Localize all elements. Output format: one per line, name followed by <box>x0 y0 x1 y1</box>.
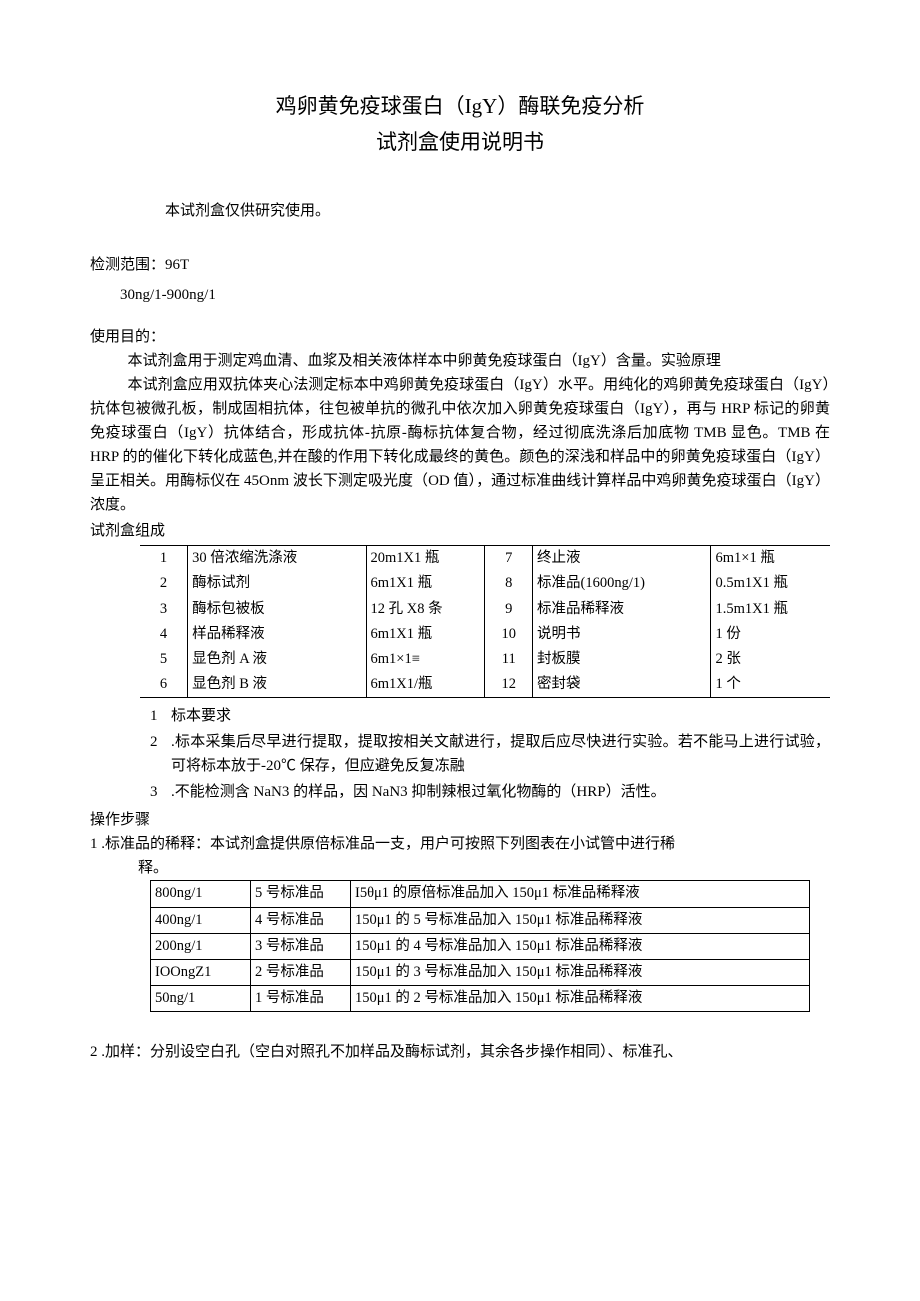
table-row: 800ng/15 号标准品I5θμ1 的原倍标准品加入 150μ1 标准品稀释液 <box>151 881 810 907</box>
step1-line: 1 .标准品的稀释：本试剂盒提供原倍标准品一支，用户可按照下列图表在小试管中进行… <box>90 832 830 856</box>
cell-num: 9 <box>485 597 533 622</box>
cell-name: 说明书 <box>533 622 711 647</box>
cell-name: 封板膜 <box>533 647 711 672</box>
cell-num: 8 <box>485 571 533 596</box>
cell-stdname: 5 号标准品 <box>251 881 351 907</box>
cell-num: 4 <box>140 622 188 647</box>
purpose-label: 使用目的： <box>90 325 830 349</box>
cell-num: 11 <box>485 647 533 672</box>
cell-name: 酶标包被板 <box>188 597 366 622</box>
cell-spec: 12 孔 X8 条 <box>366 597 485 622</box>
table-row: 2酶标试剂6m1X1 瓶8标准品(1600ng/1)0.5m1X1 瓶 <box>140 571 830 596</box>
title-line2: 试剂盒使用说明书 <box>90 126 830 160</box>
cell-name: 30 倍浓缩洗涤液 <box>188 546 366 572</box>
cell-conc: 200ng/1 <box>151 933 251 959</box>
cell-num: 12 <box>485 672 533 698</box>
cell-stdname: 2 号标准品 <box>251 959 351 985</box>
cell-name: 密封袋 <box>533 672 711 698</box>
dilution-table: 800ng/15 号标准品I5θμ1 的原倍标准品加入 150μ1 标准品稀释液… <box>150 880 810 1012</box>
table-row: 5显色剂 A 液6m1×1≡11封板膜2 张 <box>140 647 830 672</box>
table-row: 50ng/11 号标准品150μ1 的 2 号标准品加入 150μ1 标准品稀释… <box>151 986 810 1012</box>
cell-conc: 800ng/1 <box>151 881 251 907</box>
cell-stdname: 4 号标准品 <box>251 907 351 933</box>
range-label: 检测范围：96T <box>90 253 830 277</box>
cell-spec: 6m1×1 瓶 <box>711 546 830 572</box>
cell-conc: IOOngZ1 <box>151 959 251 985</box>
list-item: 2.标本采集后尽早进行提取，提取按相关文献进行，提取后应尽快进行实验。若不能马上… <box>150 730 830 778</box>
cell-name: 标准品(1600ng/1) <box>533 571 711 596</box>
purpose-para1: 本试剂盒用于测定鸡血清、血浆及相关液体样本中卵黄免疫球蛋白（IgY）含量。实验原… <box>90 349 830 373</box>
table-row: 6显色剂 B 液6m1X1/瓶12密封袋1 个 <box>140 672 830 698</box>
cell-spec: 6m1×1≡ <box>366 647 485 672</box>
cell-num: 5 <box>140 647 188 672</box>
cell-name: 显色剂 A 液 <box>188 647 366 672</box>
cell-name: 显色剂 B 液 <box>188 672 366 698</box>
cell-num: 2 <box>140 571 188 596</box>
cell-num: 6 <box>140 672 188 698</box>
range-value: 30ng/1-900ng/1 <box>90 283 830 307</box>
cell-num: 7 <box>485 546 533 572</box>
table-row: 3酶标包被板12 孔 X8 条9标准品稀释液1.5m1X1 瓶 <box>140 597 830 622</box>
cell-name: 酶标试剂 <box>188 571 366 596</box>
cell-method: 150μ1 的 2 号标准品加入 150μ1 标准品稀释液 <box>351 986 810 1012</box>
cell-spec: 1.5m1X1 瓶 <box>711 597 830 622</box>
cell-name: 终止液 <box>533 546 711 572</box>
table-row: 130 倍浓缩洗涤液20m1X1 瓶7终止液6m1×1 瓶 <box>140 546 830 572</box>
components-table: 130 倍浓缩洗涤液20m1X1 瓶7终止液6m1×1 瓶2酶标试剂6m1X1 … <box>140 545 830 698</box>
cell-num: 1 <box>140 546 188 572</box>
table-row: 200ng/13 号标准品150μ1 的 4 号标准品加入 150μ1 标准品稀… <box>151 933 810 959</box>
step2-line: 2 .加样：分别设空白孔（空白对照孔不加样品及酶标试剂，其余各步操作相同）、标准… <box>90 1040 830 1064</box>
purpose-para2: 本试剂盒应用双抗体夹心法测定标本中鸡卵黄免疫球蛋白（IgY）水平。用纯化的鸡卵黄… <box>90 373 830 517</box>
cell-num: 3 <box>140 597 188 622</box>
cell-name: 样品稀释液 <box>188 622 366 647</box>
cell-spec: 6m1X1 瓶 <box>366 571 485 596</box>
intro-text: 本试剂盒仅供研究使用。 <box>90 199 830 223</box>
cell-method: 150μ1 的 4 号标准品加入 150μ1 标准品稀释液 <box>351 933 810 959</box>
title-line1: 鸡卵黄免疫球蛋白（IgY）酶联免疫分析 <box>90 90 830 124</box>
cell-method: 150μ1 的 3 号标准品加入 150μ1 标准品稀释液 <box>351 959 810 985</box>
cell-conc: 400ng/1 <box>151 907 251 933</box>
cell-spec: 2 张 <box>711 647 830 672</box>
cell-spec: 1 个 <box>711 672 830 698</box>
cell-method: I5θμ1 的原倍标准品加入 150μ1 标准品稀释液 <box>351 881 810 907</box>
cell-stdname: 3 号标准品 <box>251 933 351 959</box>
cell-method: 150μ1 的 5 号标准品加入 150μ1 标准品稀释液 <box>351 907 810 933</box>
steps-label: 操作步骤 <box>90 808 830 832</box>
list-item: 1标本要求 <box>150 704 830 728</box>
cell-conc: 50ng/1 <box>151 986 251 1012</box>
cell-spec: 6m1X1 瓶 <box>366 622 485 647</box>
cell-stdname: 1 号标准品 <box>251 986 351 1012</box>
cell-num: 10 <box>485 622 533 647</box>
requirements-list: 1标本要求2.标本采集后尽早进行提取，提取按相关文献进行，提取后应尽快进行实验。… <box>150 704 830 804</box>
cell-spec: 6m1X1/瓶 <box>366 672 485 698</box>
title-block: 鸡卵黄免疫球蛋白（IgY）酶联免疫分析 试剂盒使用说明书 <box>90 90 830 159</box>
cell-spec: 20m1X1 瓶 <box>366 546 485 572</box>
list-item: 3.不能检测含 NaN3 的样品，因 NaN3 抑制辣根过氧化物酶的（HRP）活… <box>150 780 830 804</box>
table-row: 400ng/14 号标准品150μ1 的 5 号标准品加入 150μ1 标准品稀… <box>151 907 810 933</box>
step1-sub: 释。 <box>138 856 830 880</box>
cell-spec: 1 份 <box>711 622 830 647</box>
cell-spec: 0.5m1X1 瓶 <box>711 571 830 596</box>
components-label: 试剂盒组成 <box>90 519 830 543</box>
cell-name: 标准品稀释液 <box>533 597 711 622</box>
table-row: 4样品稀释液6m1X1 瓶10说明书1 份 <box>140 622 830 647</box>
table-row: IOOngZ12 号标准品150μ1 的 3 号标准品加入 150μ1 标准品稀… <box>151 959 810 985</box>
